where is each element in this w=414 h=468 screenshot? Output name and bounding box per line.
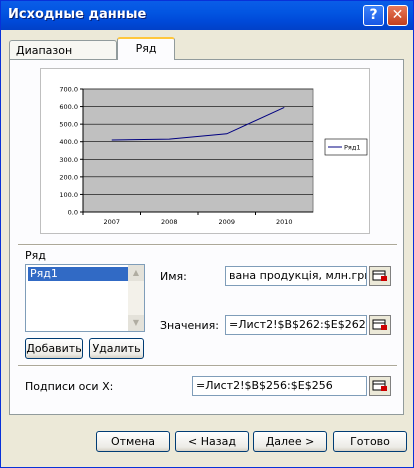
values-range-picker-button[interactable] bbox=[369, 315, 391, 335]
x-labels-range-picker-button[interactable] bbox=[369, 376, 391, 396]
series-tab-panel: 0.0 100.0 200.0 300.0 400.0 500.0 600.0 700.0 20… bbox=[9, 59, 404, 415]
scroll-down-arrow-icon[interactable]: ▼ bbox=[128, 315, 144, 331]
tab-data-range[interactable]: Диапазон данных bbox=[9, 40, 117, 70]
y-tick-label: 0.0 bbox=[68, 209, 78, 217]
chart-preview: 0.0 100.0 200.0 300.0 400.0 500.0 600.0 700.0 20… bbox=[40, 68, 370, 234]
add-series-button[interactable]: Добавить bbox=[25, 338, 83, 359]
close-button[interactable]: ✕ bbox=[387, 5, 408, 26]
y-tick-label: 500.0 bbox=[59, 121, 78, 129]
separator-top bbox=[18, 244, 397, 246]
y-tick-label: 300.0 bbox=[59, 156, 78, 164]
title-bar[interactable]: Исходные данные ? ✕ bbox=[1, 1, 413, 30]
x-tick-label: 2007 bbox=[103, 218, 120, 226]
series-list-item[interactable]: Ряд1 bbox=[28, 267, 129, 281]
scroll-up-arrow-icon[interactable]: ▲ bbox=[128, 265, 144, 281]
finish-button[interactable]: Готово bbox=[333, 431, 407, 452]
range-picker-icon bbox=[372, 270, 387, 281]
next-button[interactable]: Далее > bbox=[253, 431, 327, 452]
back-button[interactable]: < Назад bbox=[175, 431, 249, 452]
name-label: Имя: bbox=[160, 270, 187, 283]
x-labels-field[interactable]: =Лист2!$B$256:$E$256 bbox=[192, 376, 367, 396]
series-group-label: Ряд bbox=[25, 249, 46, 262]
range-picker-icon bbox=[372, 380, 387, 391]
listbox-scrollbar[interactable]: ▲ ▼ bbox=[128, 265, 144, 331]
series-listbox[interactable]: Ряд1 ▲ ▼ bbox=[25, 264, 145, 332]
name-range-picker-button[interactable] bbox=[369, 266, 391, 286]
values-field[interactable]: =Лист2!$B$262:$E$262 bbox=[225, 315, 367, 335]
y-tick-label: 200.0 bbox=[59, 173, 78, 181]
help-button[interactable]: ? bbox=[363, 5, 384, 26]
separator-bottom bbox=[18, 365, 397, 367]
tab-series[interactable]: Ряд bbox=[117, 37, 175, 60]
x-tick-label: 2010 bbox=[276, 218, 293, 226]
legend-label: Ряд1 bbox=[344, 144, 360, 152]
x-tick-label: 2008 bbox=[161, 218, 178, 226]
plot-area bbox=[82, 88, 314, 213]
x-labels-label: Подписи оси X: bbox=[25, 380, 114, 393]
dialog-title: Исходные данные bbox=[8, 7, 147, 22]
remove-series-button[interactable]: Удалить bbox=[89, 338, 144, 359]
cancel-button[interactable]: Отмена bbox=[96, 431, 170, 452]
y-tick-label: 600.0 bbox=[59, 103, 78, 111]
dialog-window: Исходные данные ? ✕ Диапазон данных Ряд … bbox=[0, 0, 414, 468]
values-label: Значения: bbox=[160, 319, 219, 332]
x-tick-label: 2009 bbox=[218, 218, 235, 226]
y-tick-label: 700.0 bbox=[59, 86, 78, 94]
y-tick-label: 400.0 bbox=[59, 138, 78, 146]
name-field[interactable]: вана продукція, млн.грн. bbox=[225, 266, 367, 286]
y-tick-label: 100.0 bbox=[59, 191, 78, 199]
chart-svg: 0.0 100.0 200.0 300.0 400.0 500.0 600.0 700.0 20… bbox=[59, 86, 368, 226]
range-picker-icon bbox=[372, 319, 387, 330]
